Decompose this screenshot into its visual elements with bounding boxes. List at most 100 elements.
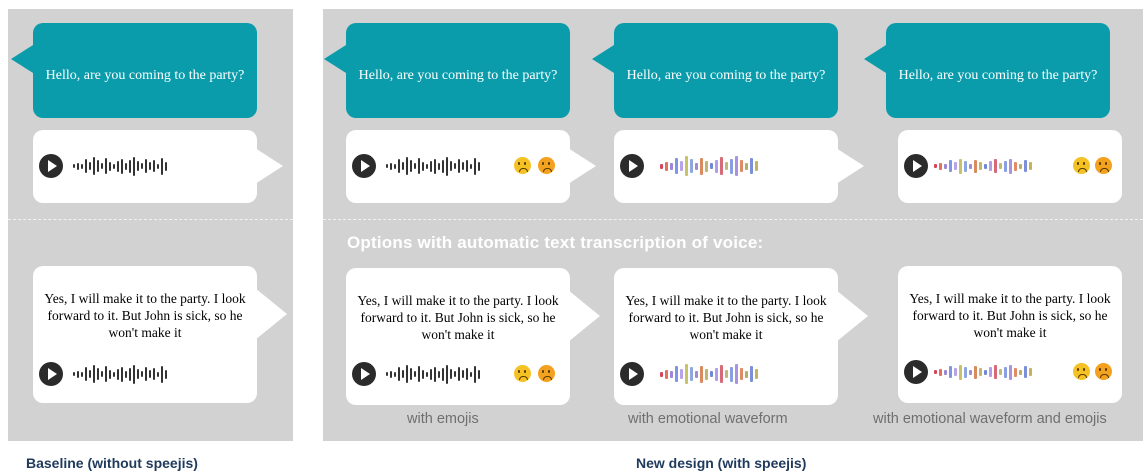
option-caption: with emotional waveform — [628, 411, 788, 427]
transcribed-voice-bubble: Yes, I will make it to the party. I look… — [33, 266, 287, 403]
waveform-bar — [458, 367, 460, 381]
emotional-waveform — [934, 155, 1032, 177]
waveform-bar — [157, 163, 159, 169]
play-icon[interactable] — [620, 362, 644, 386]
waveform-bar — [117, 160, 119, 172]
waveform-bar — [954, 162, 957, 170]
waveform-bar — [149, 370, 151, 378]
incoming-message-text: Hello, are you coming to the party? — [898, 68, 1098, 83]
voice-waveform — [386, 363, 480, 385]
waveform-bar — [394, 163, 396, 169]
waveform-bar — [989, 161, 992, 171]
waveform-bar — [450, 161, 452, 171]
waveform-bar — [944, 369, 947, 375]
waveform-bar — [109, 369, 111, 379]
waveform-bar — [730, 366, 733, 382]
waveform-bar — [959, 364, 962, 380]
waveform-bar — [1019, 369, 1022, 375]
waveform-bar — [944, 163, 947, 169]
waveform-bar — [157, 371, 159, 377]
play-icon[interactable] — [904, 360, 928, 384]
waveform-bar — [755, 161, 758, 171]
waveform-bar — [390, 370, 392, 378]
waveform-bar — [1019, 163, 1022, 169]
waveform-bar — [670, 162, 673, 170]
waveform-bar — [101, 163, 103, 169]
waveform-bar — [974, 159, 977, 173]
waveform-bar — [402, 162, 404, 170]
section-divider — [8, 219, 293, 220]
waveform-bar — [735, 364, 738, 384]
waveform-bar — [1004, 160, 1007, 172]
section-divider — [323, 219, 1143, 220]
waveform-bar — [446, 364, 448, 384]
confused-face-emoji — [514, 157, 531, 174]
waveform-bar — [974, 365, 977, 379]
sad-face-emoji — [538, 157, 555, 174]
waveform-bar — [984, 163, 987, 169]
waveform-bar — [994, 365, 997, 379]
waveform-bar — [720, 365, 723, 383]
waveform-bar — [675, 366, 678, 382]
waveform-bar — [414, 371, 416, 377]
confused-face-emoji — [1073, 157, 1090, 174]
waveform-bar — [675, 158, 678, 174]
waveform-bar — [740, 160, 743, 172]
confused-face-emoji — [1073, 363, 1090, 380]
waveform-bar — [129, 159, 131, 173]
waveform-bar — [414, 163, 416, 169]
waveform-bar — [129, 367, 131, 381]
waveform-bar — [145, 367, 147, 381]
waveform-bar — [450, 369, 452, 379]
waveform-bar — [685, 156, 688, 176]
waveform-bar — [478, 161, 480, 171]
waveform-bar — [402, 370, 404, 378]
waveform-bar — [720, 157, 723, 175]
options-heading: Options with automatic text transcriptio… — [347, 233, 764, 252]
waveform-bar — [121, 158, 123, 174]
waveform-bar — [398, 367, 400, 381]
waveform-bar — [454, 163, 456, 169]
waveform-bar — [730, 158, 733, 174]
play-icon[interactable] — [39, 362, 63, 386]
waveform-bar — [959, 158, 962, 174]
incoming-message-text: Hello, are you coming to the party? — [45, 68, 245, 83]
waveform-bar — [161, 157, 163, 175]
waveform-bar — [745, 370, 748, 378]
waveform-bar — [398, 159, 400, 173]
waveform-bar — [446, 156, 448, 176]
confused-face-emoji — [514, 365, 531, 382]
waveform-bar — [466, 368, 468, 380]
voice-waveform — [386, 155, 480, 177]
waveform-bar — [418, 158, 420, 174]
waveform-bar — [949, 366, 952, 378]
waveform-bar — [153, 160, 155, 172]
waveform-bar — [442, 159, 444, 173]
play-icon[interactable] — [620, 154, 644, 178]
waveform-bar — [994, 159, 997, 173]
waveform-bar — [89, 162, 91, 170]
waveform-bar — [85, 367, 87, 381]
sad-face-emoji — [1095, 363, 1112, 380]
waveform-bar — [1029, 162, 1032, 170]
waveform-bar — [695, 370, 698, 378]
play-icon[interactable] — [904, 154, 928, 178]
transcription-text: Yes, I will make it to the party. I look… — [625, 293, 827, 342]
voice-waveform — [73, 155, 167, 177]
waveform-bar — [121, 366, 123, 382]
play-icon[interactable] — [352, 154, 376, 178]
waveform-bar — [113, 163, 115, 169]
transcribed-voice-bubble: Yes, I will make it to the party. I look… — [898, 266, 1122, 403]
play-icon[interactable] — [39, 154, 63, 178]
play-icon[interactable] — [352, 362, 376, 386]
waveform-bar — [725, 370, 728, 378]
waveform-bar — [999, 369, 1002, 375]
waveform-bar — [680, 369, 683, 379]
incoming-message-text: Hello, are you coming to the party? — [358, 68, 558, 83]
waveform-bar — [165, 161, 167, 171]
waveform-bar — [97, 368, 99, 380]
waveform-bar — [934, 370, 937, 374]
waveform-bar — [969, 369, 972, 375]
waveform-bar — [141, 163, 143, 169]
waveform-bar — [1004, 366, 1007, 378]
